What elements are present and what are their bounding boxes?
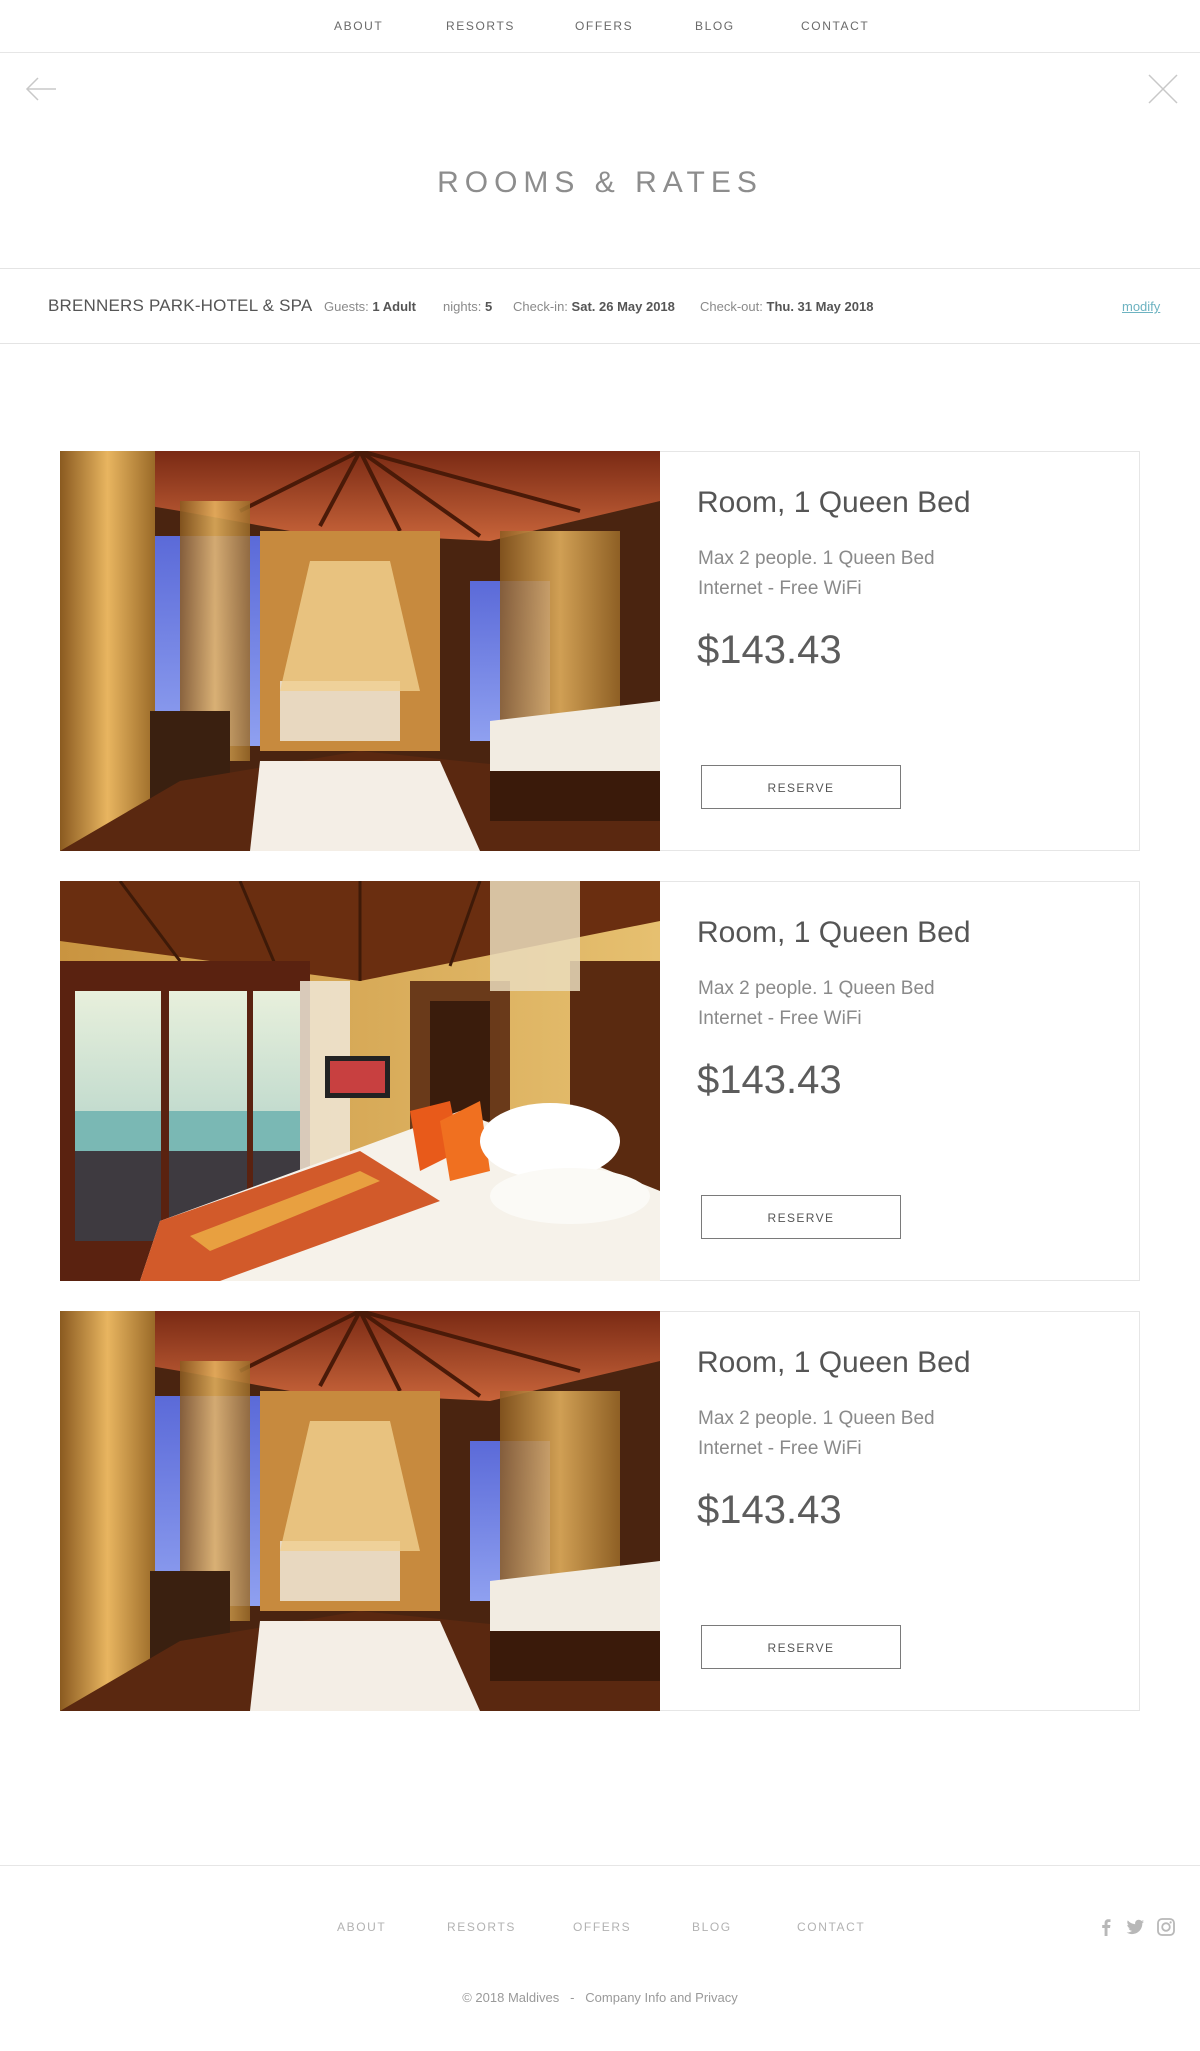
footer-item-contact[interactable]: CONTACT [797, 1920, 865, 1934]
booking-summary: BRENNERS PARK-HOTEL & SPA Guests: 1 Adul… [0, 268, 1200, 344]
checkout-info: Check-out: Thu. 31 May 2018 [700, 299, 873, 314]
checkin-value: Sat. 26 May 2018 [571, 299, 675, 314]
facebook-icon[interactable] [1095, 1916, 1117, 1938]
close-icon[interactable] [1146, 72, 1180, 106]
reserve-button[interactable]: RESERVE [701, 1195, 901, 1239]
reserve-button[interactable]: RESERVE [701, 765, 901, 809]
room-photo [60, 451, 660, 851]
nights-label: nights: [443, 299, 482, 314]
room-description: Max 2 people. 1 Queen Bed Internet - Fre… [698, 974, 935, 1034]
room-price: $143.43 [697, 1058, 842, 1102]
checkout-value: Thu. 31 May 2018 [766, 299, 874, 314]
reserve-button[interactable]: RESERVE [701, 1625, 901, 1669]
room-price: $143.43 [697, 628, 842, 672]
nav-item-blog[interactable]: BLOG [695, 19, 735, 33]
room-card: Room, 1 Queen Bed Max 2 people. 1 Queen … [60, 881, 1140, 1281]
copyright-separator: - [570, 1990, 575, 2005]
copyright-text: © 2018 Maldives [462, 1990, 560, 2005]
room-description: Max 2 people. 1 Queen Bed Internet - Fre… [698, 1404, 935, 1464]
page-title: ROOMS & RATES [437, 166, 763, 199]
room-amenity: Internet - Free WiFi [698, 578, 862, 599]
room-title: Room, 1 Queen Bed [697, 486, 971, 519]
top-nav: ABOUT RESORTS OFFERS BLOG CONTACT [0, 0, 1200, 53]
checkin-label: Check-in: [513, 299, 568, 314]
room-price: $143.43 [697, 1488, 842, 1532]
footer-item-about[interactable]: ABOUT [337, 1920, 386, 1934]
modify-link[interactable]: modify [1122, 299, 1160, 314]
room-card: Room, 1 Queen Bed Max 2 people. 1 Queen … [60, 1311, 1140, 1711]
nav-item-resorts[interactable]: RESORTS [446, 19, 515, 33]
twitter-icon[interactable] [1124, 1916, 1146, 1938]
room-capacity: Max 2 people. 1 Queen Bed [698, 978, 935, 999]
instagram-icon[interactable] [1155, 1916, 1177, 1938]
nav-item-offers[interactable]: OFFERS [575, 19, 633, 33]
room-title: Room, 1 Queen Bed [697, 1346, 971, 1379]
nights-info: nights: 5 [443, 299, 492, 314]
room-photo [60, 1311, 660, 1711]
footer-item-resorts[interactable]: RESORTS [447, 1920, 516, 1934]
room-capacity: Max 2 people. 1 Queen Bed [698, 548, 935, 569]
checkin-info: Check-in: Sat. 26 May 2018 [513, 299, 675, 314]
footer-item-blog[interactable]: BLOG [692, 1920, 732, 1934]
hotel-name: BRENNERS PARK-HOTEL & SPA [48, 296, 313, 315]
nights-value: 5 [484, 299, 493, 314]
guests-info: Guests: 1 Adult [324, 299, 416, 314]
room-card: Room, 1 Queen Bed Max 2 people. 1 Queen … [60, 451, 1140, 851]
room-photo [60, 881, 660, 1281]
room-amenity: Internet - Free WiFi [698, 1008, 862, 1029]
footer: ABOUT RESORTS OFFERS BLOG CONTACT © 2018… [0, 1865, 1200, 2051]
copyright-line: © 2018 Maldives - Company Info and Priva… [0, 1990, 1200, 2005]
room-description: Max 2 people. 1 Queen Bed Internet - Fre… [698, 544, 935, 604]
guests-value: 1 Adult [372, 299, 416, 314]
room-amenity: Internet - Free WiFi [698, 1438, 862, 1459]
guests-label: Guests: [324, 299, 369, 314]
footer-item-offers[interactable]: OFFERS [573, 1920, 631, 1934]
nav-item-about[interactable]: ABOUT [334, 19, 383, 33]
company-info-link[interactable]: Company Info and Privacy [585, 1990, 737, 2005]
checkout-label: Check-out: [700, 299, 763, 314]
nav-item-contact[interactable]: CONTACT [801, 19, 869, 33]
arrow-left-icon[interactable] [24, 72, 58, 106]
room-capacity: Max 2 people. 1 Queen Bed [698, 1408, 935, 1429]
room-title: Room, 1 Queen Bed [697, 916, 971, 949]
